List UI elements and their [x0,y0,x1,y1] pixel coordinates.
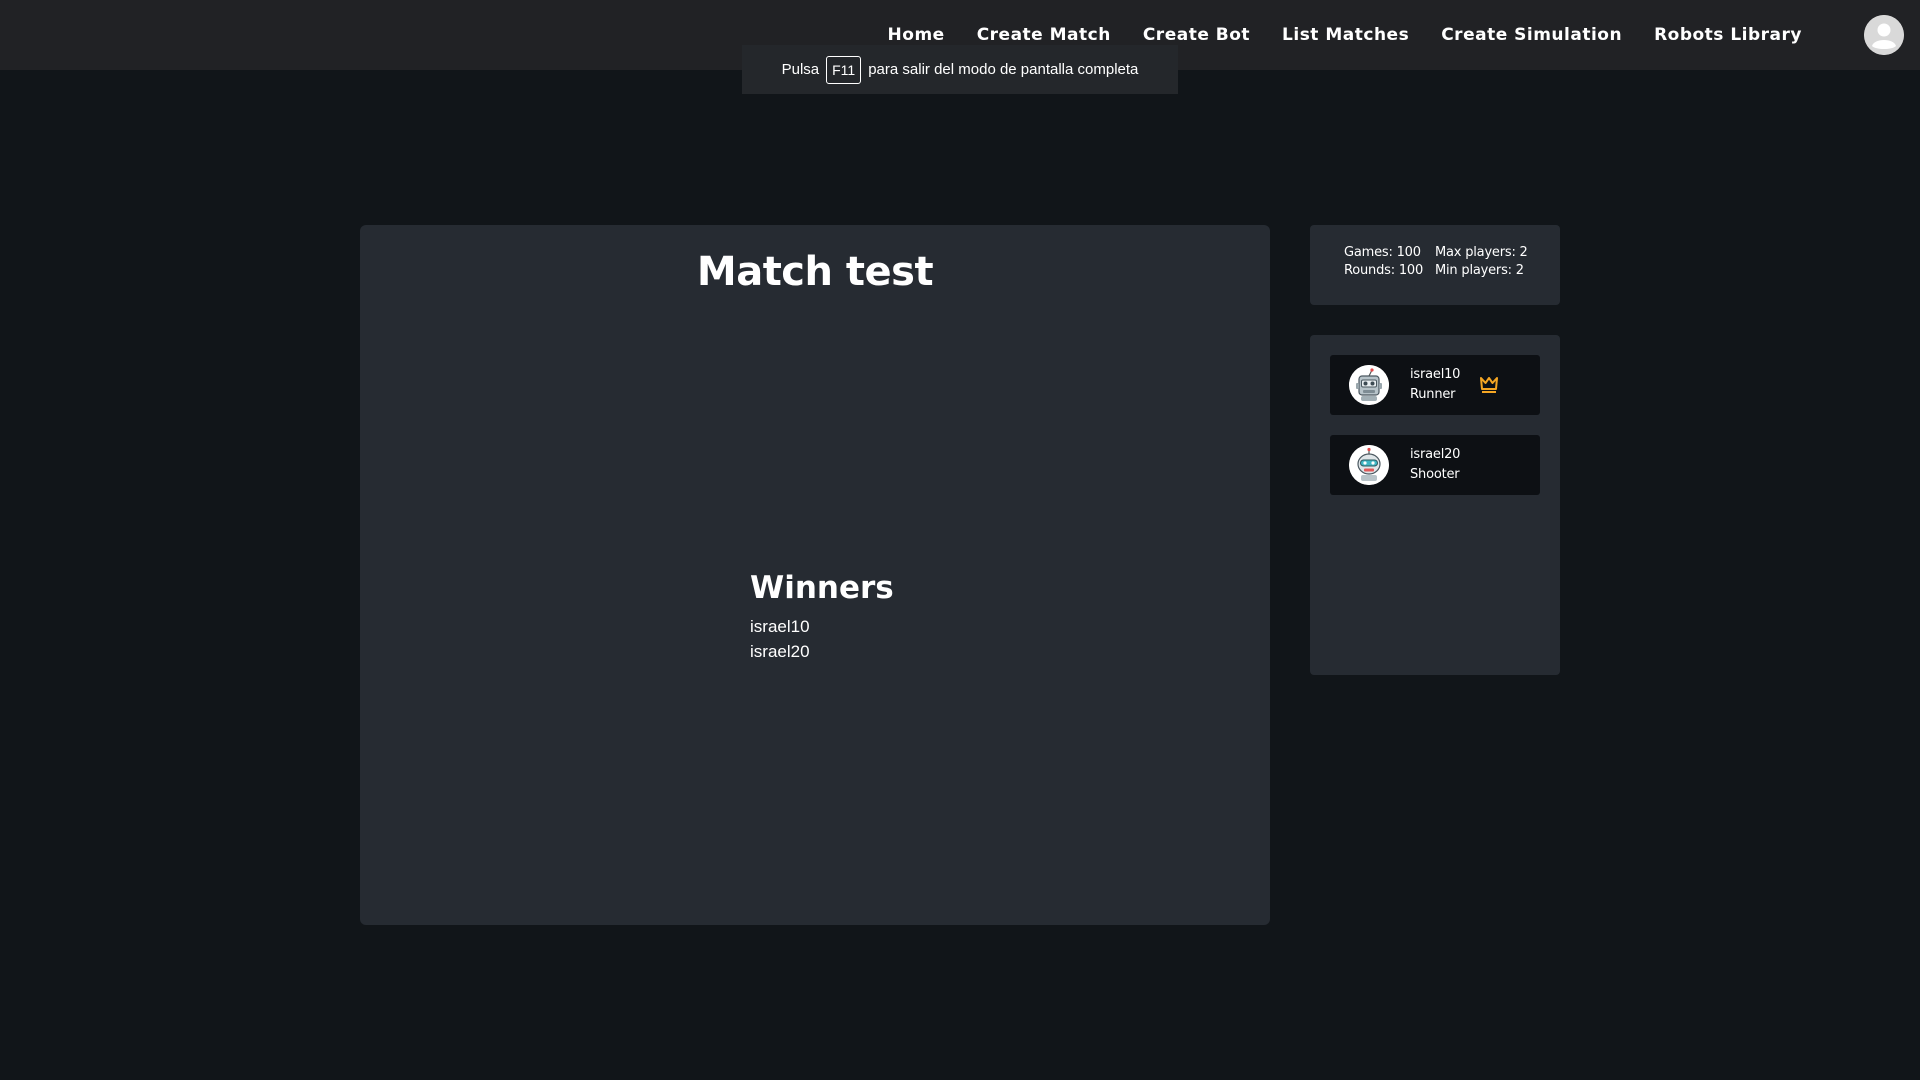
user-avatar-button[interactable] [1864,15,1904,55]
player-card[interactable]: israel20 Shooter [1330,435,1540,495]
winners-title: Winners [750,570,894,606]
winner-item: israel10 [750,617,810,637]
stat-max-players: Max players: 2 [1435,245,1528,260]
f11-key-badge: F11 [826,55,862,84]
fullscreen-notice-prefix: Pulsa [781,61,820,78]
winners-section: Winners israel10 israel20 [750,570,894,664]
match-title: Match test [696,249,934,295]
robot-avatar-icon [1349,445,1389,485]
player-role: Shooter [1410,467,1460,482]
player-role: Runner [1410,387,1456,402]
nav-create-match[interactable]: Create Match [977,25,1111,45]
nav-create-bot[interactable]: Create Bot [1143,25,1250,45]
player-name: israel20 [1410,447,1461,462]
player-card[interactable]: israel10 Runner [1330,355,1540,415]
stat-rounds: Rounds: 100 [1344,263,1424,278]
crown-icon [1480,377,1498,393]
nav-home[interactable]: Home [888,25,945,45]
robot-avatar-icon [1349,365,1389,405]
player-info: israel10 Runner [1410,365,1460,405]
stat-games: Games: 100 [1344,245,1421,260]
match-stats: Games: 100 Max players: 2 Rounds: 100 Mi… [1310,225,1560,305]
nav-list-matches[interactable]: List Matches [1282,25,1409,45]
fullscreen-notice-suffix: para salir del modo de pantalla completa [868,61,1139,78]
nav-robots-library[interactable]: Robots Library [1654,25,1802,45]
nav-create-simulation[interactable]: Create Simulation [1441,25,1622,45]
winner-item: israel20 [750,642,810,662]
match-panel: Match test Winners israel10 israel20 [360,225,1270,925]
players-panel: israel10 Runner israel20 Shooter [1310,335,1560,675]
player-info: israel20 Shooter [1410,445,1460,485]
fullscreen-notice: Pulsa F11 para salir del modo de pantall… [742,45,1178,94]
user-avatar-icon [1864,15,1904,55]
stat-min-players: Min players: 2 [1435,263,1524,278]
player-name: israel10 [1410,367,1461,382]
